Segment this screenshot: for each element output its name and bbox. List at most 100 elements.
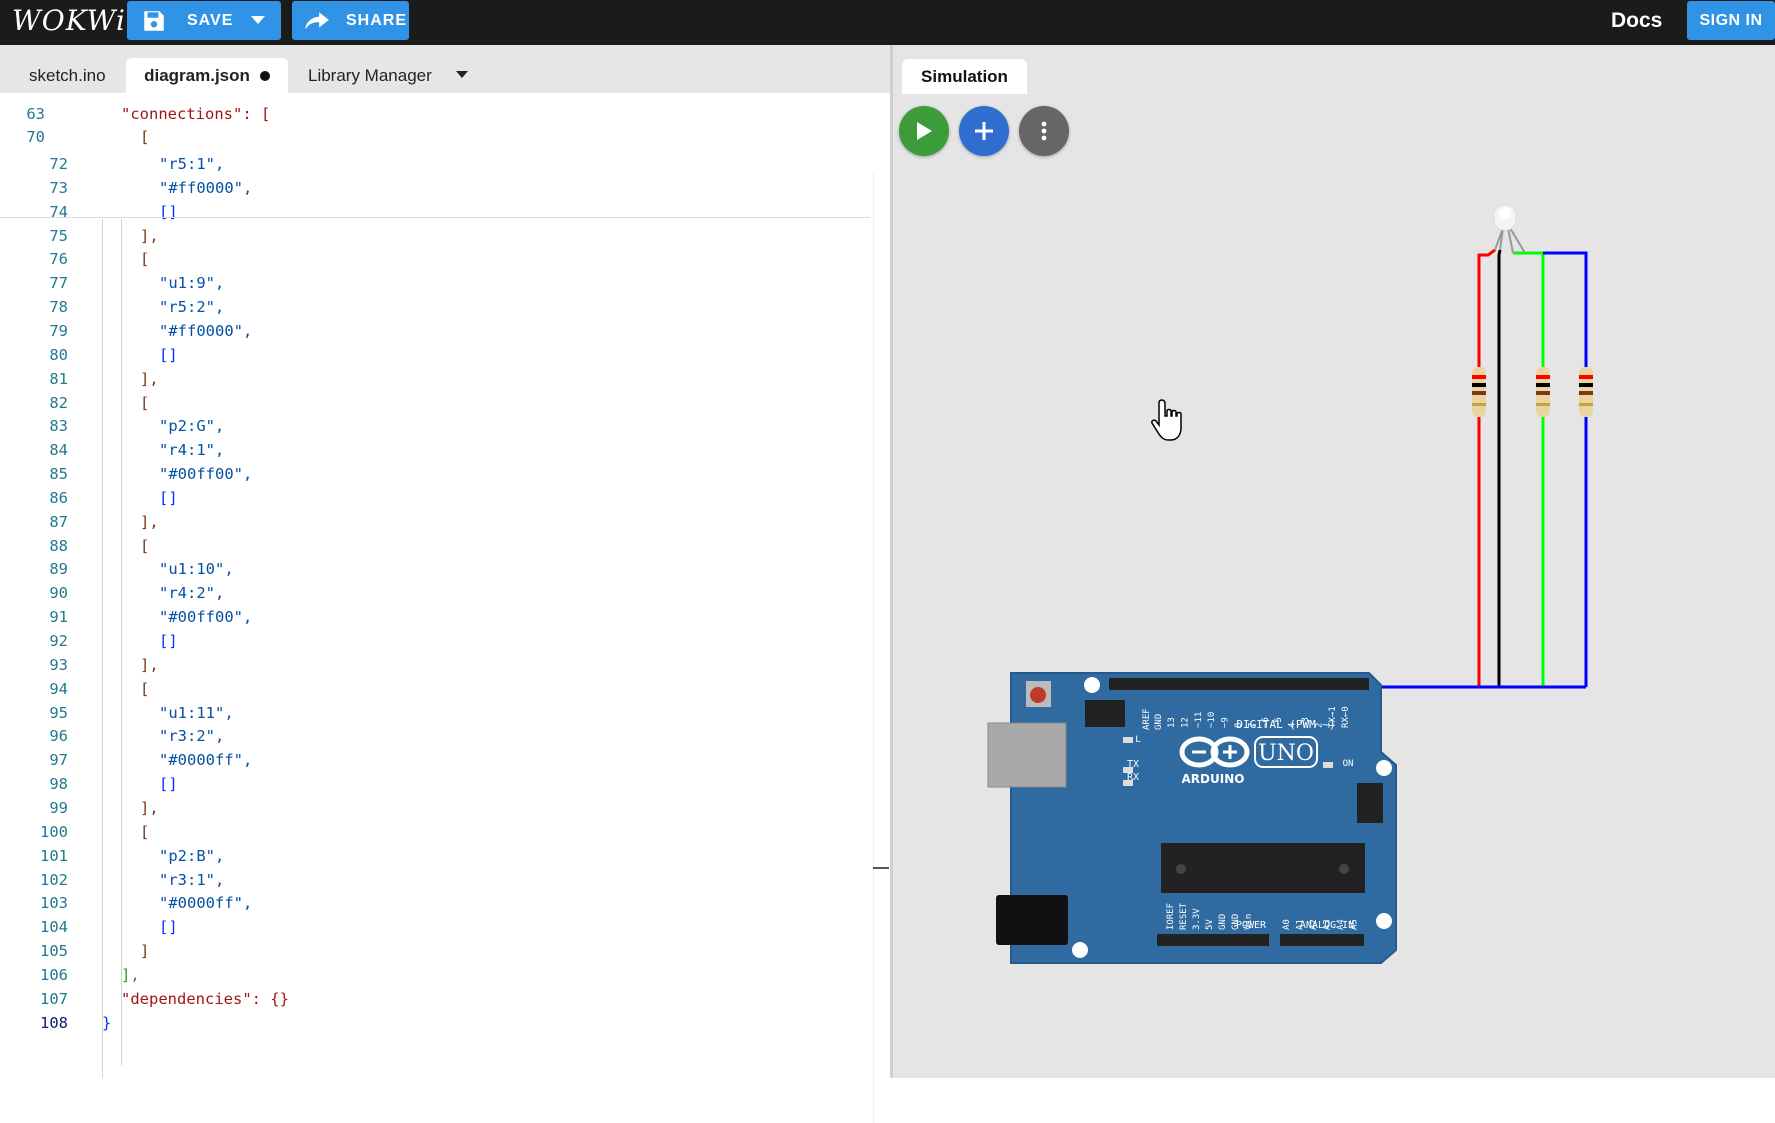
code-line[interactable]: 103 "#0000ff", — [0, 894, 870, 918]
code-line[interactable]: 90 "r4:2", — [0, 584, 870, 608]
code-text: ] — [140, 942, 150, 961]
code-line[interactable]: 101 "p2:B", — [0, 847, 870, 871]
on-label: ON — [1343, 759, 1354, 769]
line-number: 76 — [49, 250, 68, 269]
editor-vertical-scrollbar[interactable] — [873, 171, 874, 1123]
code-line[interactable]: 77 "u1:9", — [0, 274, 870, 298]
code-line[interactable]: 81], — [0, 370, 870, 394]
code-line[interactable]: 79 "#ff0000", — [0, 322, 870, 346]
line-number: 75 — [49, 226, 68, 245]
code-text: [] — [159, 488, 178, 507]
line-number: 104 — [40, 918, 68, 937]
code-line[interactable]: 96 "r3:2", — [0, 727, 870, 751]
code-line[interactable]: 107 "dependencies": {} — [0, 990, 870, 1014]
code-line[interactable]: 88 [ — [0, 537, 870, 561]
scroll-position-marker[interactable] — [873, 867, 889, 869]
code-line[interactable]: 98 [] — [0, 775, 870, 799]
pin-label: RESET — [1179, 902, 1189, 930]
code-line[interactable]: 92 [] — [0, 632, 870, 656]
code-line[interactable]: 74[] — [0, 203, 870, 227]
code-area[interactable]: 63 "connections": [70 [ 72 "r5:1", 73 "#ff0000… — [0, 93, 870, 1078]
code-line[interactable]: 93], — [0, 656, 870, 680]
sticky-code-line[interactable]: 63 "connections": [ — [0, 105, 870, 129]
wokwi-logo[interactable]: WOKWi — [12, 4, 126, 37]
board-logo-text: ARDUINO — [1182, 772, 1245, 786]
pin-label: 7 — [1247, 723, 1257, 728]
line-number: 86 — [49, 488, 68, 507]
sticky-code-line[interactable]: 70 [ — [0, 128, 870, 152]
black-wire — [1497, 249, 1502, 687]
code-line[interactable]: 84 "r4:1", — [0, 441, 870, 465]
code-text: [ — [140, 679, 150, 698]
code-editor-pane: sketch.ino diagram.json Library Manager … — [0, 45, 890, 1123]
line-number: 95 — [49, 703, 68, 722]
code-line[interactable]: 104 [] — [0, 918, 870, 942]
line-number: 103 — [40, 894, 68, 913]
tab-label: Library Manager — [308, 65, 432, 85]
line-number: 107 — [40, 989, 68, 1008]
sign-in-button[interactable]: SIGN IN — [1687, 1, 1775, 40]
code-line[interactable]: 91 "#00ff00", — [0, 608, 870, 632]
code-text: ], — [121, 965, 140, 984]
code-line[interactable]: 75], — [0, 227, 870, 251]
add-part-button[interactable] — [959, 106, 1009, 156]
resistor-r3[interactable] — [1579, 367, 1593, 417]
circuit-canvas[interactable]: UNO ARDUINO DIGITAL (PWM ~) TX RX ON L A… — [893, 45, 1775, 1078]
docs-link[interactable]: Docs — [1611, 9, 1662, 33]
code-line[interactable]: 106], — [0, 966, 870, 990]
resistor-r5[interactable] — [1472, 367, 1486, 417]
code-line[interactable]: 100 [ — [0, 823, 870, 847]
line-number: 88 — [49, 536, 68, 555]
pin-label: A2 — [1309, 919, 1319, 930]
share-button[interactable]: SHARE — [292, 1, 409, 40]
code-text: "r5:1", — [159, 155, 225, 173]
wires[interactable] — [1223, 248, 1588, 689]
pin-label: A3 — [1323, 919, 1333, 930]
code-line[interactable]: 99], — [0, 799, 870, 823]
save-button[interactable]: SAVE — [127, 1, 281, 40]
code-line[interactable]: 94 [ — [0, 680, 870, 704]
pin-label: A0 — [1282, 919, 1292, 930]
pin-label: ~10 — [1207, 712, 1217, 728]
red-wire — [1477, 248, 1496, 687]
tabs-dropdown-caret-icon[interactable] — [456, 71, 468, 78]
code-line[interactable]: 95 "u1:11", — [0, 704, 870, 728]
tab-sketch-ino[interactable]: sketch.ino — [29, 58, 106, 93]
tab-simulation[interactable]: Simulation — [902, 59, 1027, 94]
arduino-uno-board[interactable]: UNO ARDUINO DIGITAL (PWM ~) TX RX ON L A… — [987, 672, 1397, 964]
code-line[interactable]: 89 "u1:10", — [0, 560, 870, 584]
code-text: [] — [159, 775, 178, 794]
code-line[interactable]: 108} — [0, 1014, 870, 1038]
code-line[interactable]: 83 "p2:G", — [0, 417, 870, 441]
pin-label: 4 — [1288, 723, 1298, 728]
line-number: 82 — [49, 393, 68, 412]
code-line[interactable]: 72 "r5:1", — [0, 155, 870, 179]
code-line[interactable]: 97 "#0000ff", — [0, 751, 870, 775]
code-line[interactable]: 78 "r5:2", — [0, 298, 870, 322]
start-simulation-button[interactable] — [899, 106, 949, 156]
code-line[interactable]: 80 [] — [0, 346, 870, 370]
board-model-label: UNO — [1258, 741, 1314, 766]
pin-label: 3.3V — [1192, 908, 1202, 930]
more-options-button[interactable] — [1019, 106, 1069, 156]
green-wire — [1513, 251, 1545, 687]
code-line[interactable]: 87], — [0, 513, 870, 537]
code-text: "r4:2", — [159, 584, 225, 603]
code-text: [] — [159, 632, 178, 650]
code-text: ], — [140, 798, 159, 817]
pin-label: RX←0 — [1341, 706, 1351, 728]
code-line[interactable]: 85 "#00ff00", — [0, 465, 870, 489]
code-line[interactable]: 105] — [0, 942, 870, 966]
code-line[interactable]: 86 [] — [0, 489, 870, 513]
tab-diagram-json[interactable]: diagram.json — [126, 58, 288, 93]
resistor-r4[interactable] — [1536, 367, 1550, 417]
code-line[interactable]: 76 [ — [0, 250, 870, 274]
rgb-led[interactable] — [1493, 204, 1526, 254]
save-dropdown-caret-icon[interactable] — [251, 16, 265, 24]
tab-library-manager[interactable]: Library Manager — [308, 58, 432, 93]
code-line[interactable]: 73 "#ff0000", — [0, 179, 870, 203]
code-line[interactable]: 102 "r3:1", — [0, 871, 870, 895]
code-line[interactable]: 82 [ — [0, 394, 870, 418]
line-number: 99 — [49, 798, 68, 817]
line-number: 102 — [40, 870, 68, 889]
